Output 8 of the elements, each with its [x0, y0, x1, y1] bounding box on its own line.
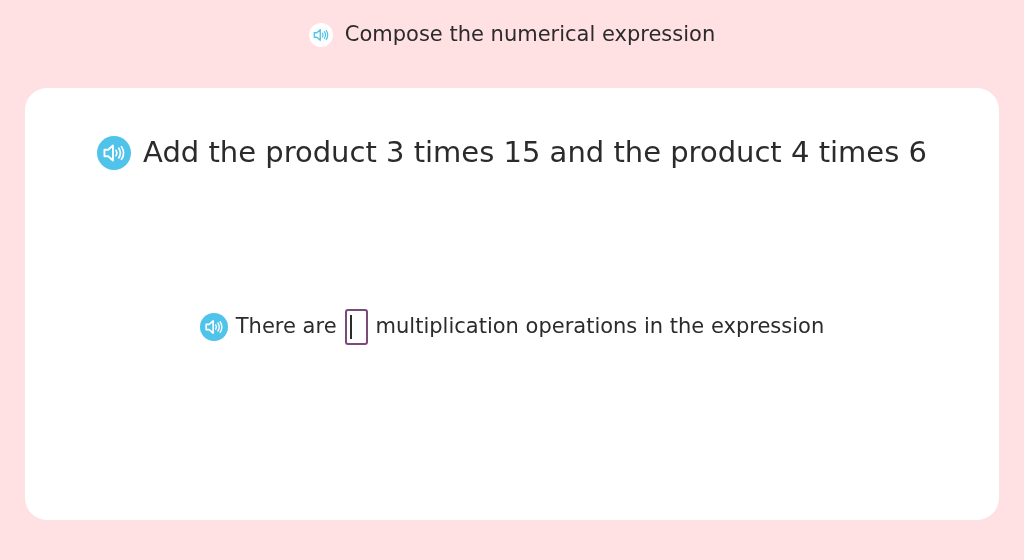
- speaker-icon[interactable]: [199, 312, 228, 341]
- instruction-title: Compose the numerical expression: [344, 21, 716, 49]
- question-text: Add the product 3 times 15 and the product 4 times 6: [143, 134, 927, 171]
- answer-field[interactable]: [344, 308, 368, 345]
- sentence-text: multiplication operations in the expression: [375, 312, 825, 340]
- speaker-icon[interactable]: [97, 135, 132, 170]
- speaker-icon[interactable]: [308, 23, 333, 47]
- sentence-text: There are: [235, 312, 337, 340]
